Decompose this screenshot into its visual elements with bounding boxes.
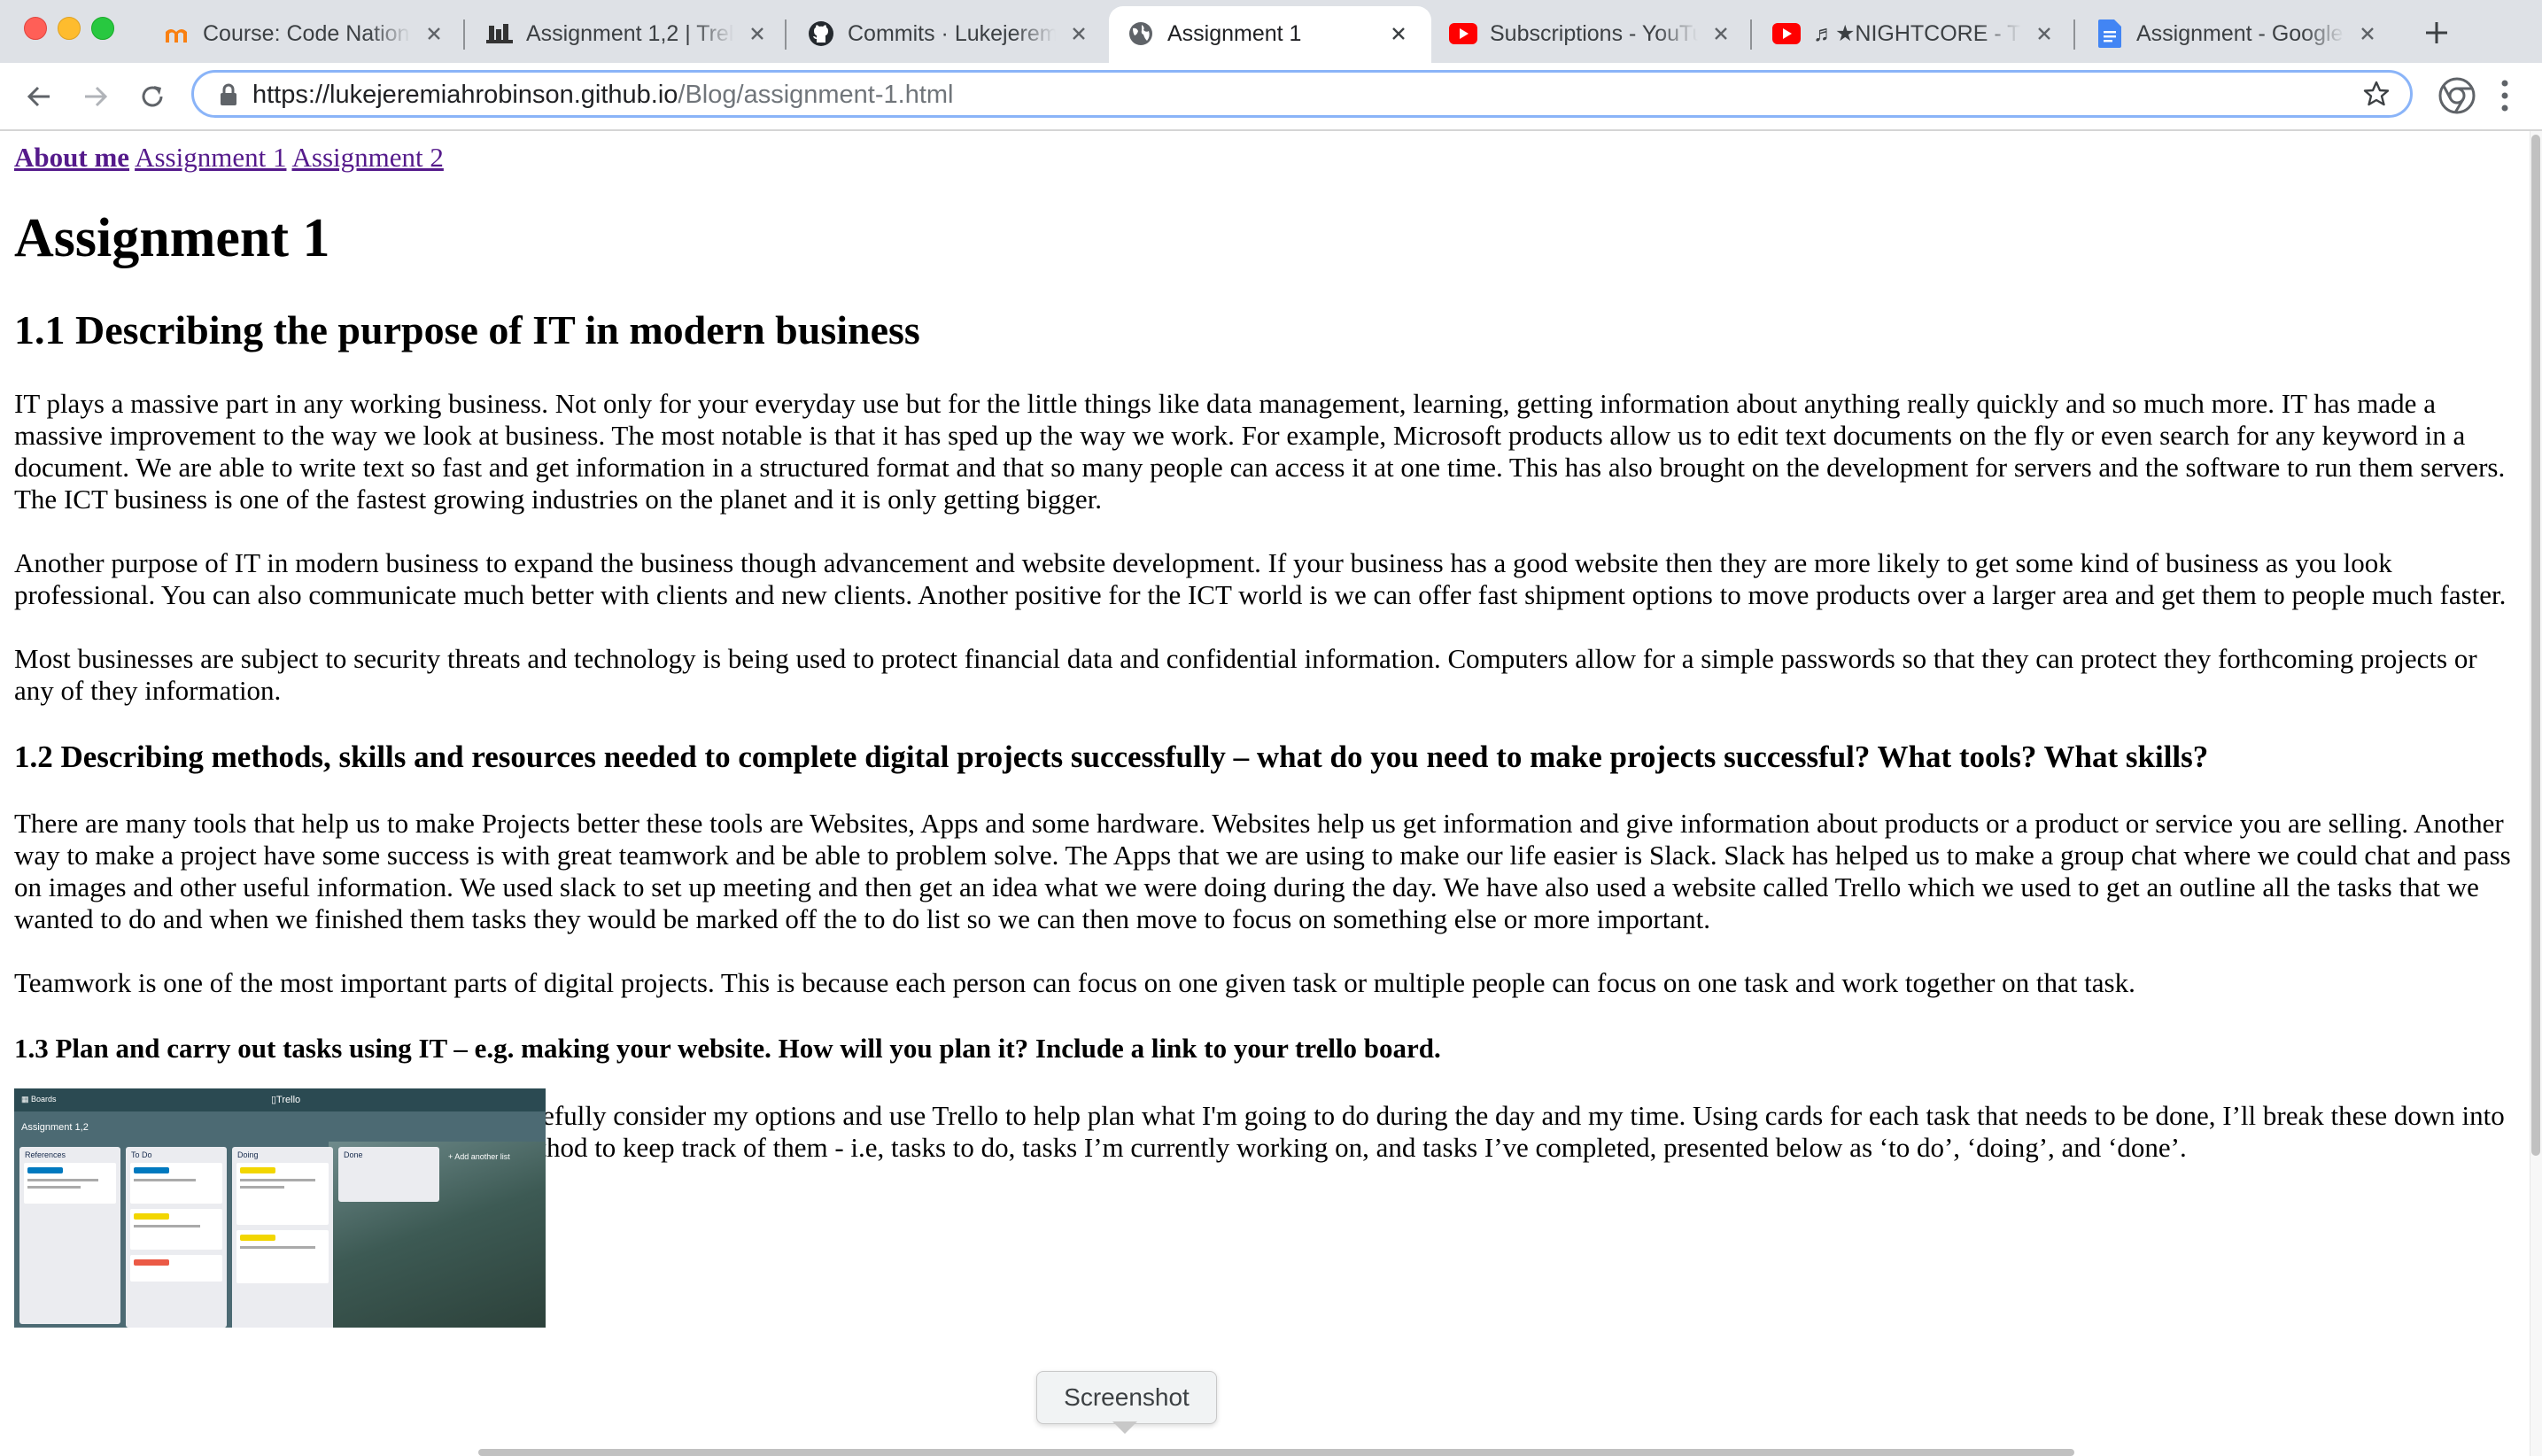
docs-icon (2096, 19, 2124, 48)
arrow-right-icon (85, 86, 108, 107)
close-icon[interactable] (1383, 19, 1414, 49)
trello-list: Done (338, 1147, 439, 1202)
tab-youtube-nightcore[interactable]: ♬★NIGHTCORE - TC (1755, 6, 2077, 63)
list-title: Doing (237, 1150, 259, 1159)
tab-title: Assignment 1 (1167, 21, 1302, 46)
close-icon[interactable] (2029, 19, 2059, 49)
more-menu-icon[interactable] (2499, 78, 2510, 118)
tab-separator (785, 19, 787, 50)
youtube-icon (1772, 19, 1801, 48)
trello-board-screenshot: ▦ Boards ▯Trello Assignment 1,2 Referenc… (14, 1088, 546, 1328)
trello-header: ▦ Boards ▯Trello (14, 1088, 546, 1111)
maximize-window-button[interactable] (91, 17, 114, 40)
tab-strip: Course: Code Nation Assignment 1,2 | Tre… (0, 0, 2542, 63)
close-icon[interactable] (1064, 19, 1094, 49)
address-bar[interactable]: https://lukejeremiahrobinson.github.io/B… (191, 70, 2413, 118)
list-title: Done (344, 1150, 363, 1159)
trello-icon (485, 19, 514, 48)
close-icon[interactable] (742, 19, 772, 49)
add-list-label: + Add another list (448, 1152, 510, 1161)
close-icon[interactable] (419, 19, 449, 49)
tab-google-docs[interactable]: Assignment - Google Docs (2078, 6, 2400, 63)
trello-card (130, 1209, 222, 1250)
trello-list: References (19, 1147, 120, 1324)
plus-icon (2426, 22, 2447, 43)
arrow-left-icon (27, 86, 50, 107)
reload-button[interactable] (133, 77, 172, 116)
list-title: References (25, 1150, 66, 1159)
nav-link-assignment-1[interactable]: Assignment 1 (135, 142, 286, 173)
tab-assignment-1[interactable]: Assignment 1 (1109, 6, 1431, 63)
tab-youtube-subscriptions[interactable]: Subscriptions - YouTube (1431, 6, 1754, 63)
tab-title: Course: Code Nation (203, 21, 410, 46)
screenshot-tooltip: Screenshot (1036, 1371, 1217, 1424)
youtube-icon (1449, 19, 1477, 48)
section-heading: 1.2 Describing methods, skills and resou… (14, 740, 2209, 774)
tab-title: ♬★NIGHTCORE - TC (1813, 21, 2021, 46)
trello-logo-icon: ▯Trello (271, 1095, 301, 1105)
new-tab-button[interactable] (2419, 15, 2454, 50)
tab-separator (2073, 19, 2075, 50)
horizontal-scrollbar-thumb[interactable] (478, 1449, 2074, 1456)
site-nav: About me Assignment 1 Assignment 2 (14, 142, 2515, 174)
paragraph: Another purpose of IT in modern business… (14, 547, 2507, 610)
bookmark-star-icon[interactable] (2362, 80, 2391, 112)
minimize-window-button[interactable] (58, 17, 81, 40)
trello-card (236, 1163, 329, 1225)
nav-link-assignment-2[interactable]: Assignment 2 (292, 142, 444, 173)
board-bar: Assignment 1,2 (14, 1113, 546, 1140)
section-heading: 1.1 Describing the purpose of IT in mode… (14, 307, 920, 352)
tab-separator (1750, 19, 1752, 50)
trello-card (24, 1163, 116, 1204)
browser-toolbar: https://lukejeremiahrobinson.github.io/B… (0, 63, 2542, 131)
url-path: /Blog/assignment-1.html (678, 81, 954, 109)
tab-github-commits[interactable]: Commits · Lukejeremiah (789, 6, 1112, 63)
forward-button[interactable] (76, 77, 115, 116)
list-title: To Do (131, 1150, 152, 1159)
tab-title: Subscriptions - YouTube (1490, 21, 1698, 46)
boards-label: ▦ Boards (21, 1095, 57, 1104)
tab-course-code-nation[interactable]: Course: Code Nation (144, 6, 467, 63)
moodle-icon (162, 19, 190, 48)
tab-trello[interactable]: Assignment 1,2 | Trello (468, 6, 790, 63)
trello-list: Doing (232, 1147, 333, 1328)
extension-icon[interactable] (2437, 76, 2476, 120)
tab-title: Assignment 1,2 | Trello (526, 21, 734, 46)
trello-card (236, 1230, 329, 1283)
trello-card (130, 1163, 222, 1204)
paragraph: There are many tools that help us to mak… (14, 808, 2511, 934)
paragraph: Teamwork is one of the most important pa… (14, 967, 2135, 998)
close-window-button[interactable] (24, 17, 47, 40)
paragraph: Most businesses are subject to security … (14, 643, 2477, 706)
page-title: Assignment 1 (14, 208, 330, 268)
reload-icon (142, 86, 163, 107)
tab-title: Commits · Lukejeremiah (848, 21, 1056, 46)
url-host: https://lukejeremiahrobinson.github.io (252, 81, 678, 109)
github-icon (807, 19, 835, 48)
paragraph: IT plays a massive part in any working b… (14, 388, 2506, 515)
globe-icon (1127, 19, 1155, 48)
lock-icon (219, 83, 238, 111)
board-title: Assignment 1,2 (21, 1122, 89, 1133)
close-icon[interactable] (2352, 19, 2383, 49)
url-text: https://lukejeremiahrobinson.github.io/B… (252, 81, 954, 108)
tab-separator (463, 19, 465, 50)
tab-title: Assignment - Google Docs (2136, 21, 2344, 46)
vertical-scrollbar-thumb[interactable] (2531, 135, 2540, 1156)
back-button[interactable] (19, 77, 58, 116)
section-heading: 1.3 Plan and carry out tasks using IT – … (14, 1033, 1441, 1064)
close-icon[interactable] (1706, 19, 1736, 49)
trello-card (130, 1255, 222, 1282)
trello-list: To Do (126, 1147, 227, 1328)
tooltip-tail (1112, 1421, 1137, 1434)
nav-link-about-me[interactable]: About me (14, 142, 129, 173)
